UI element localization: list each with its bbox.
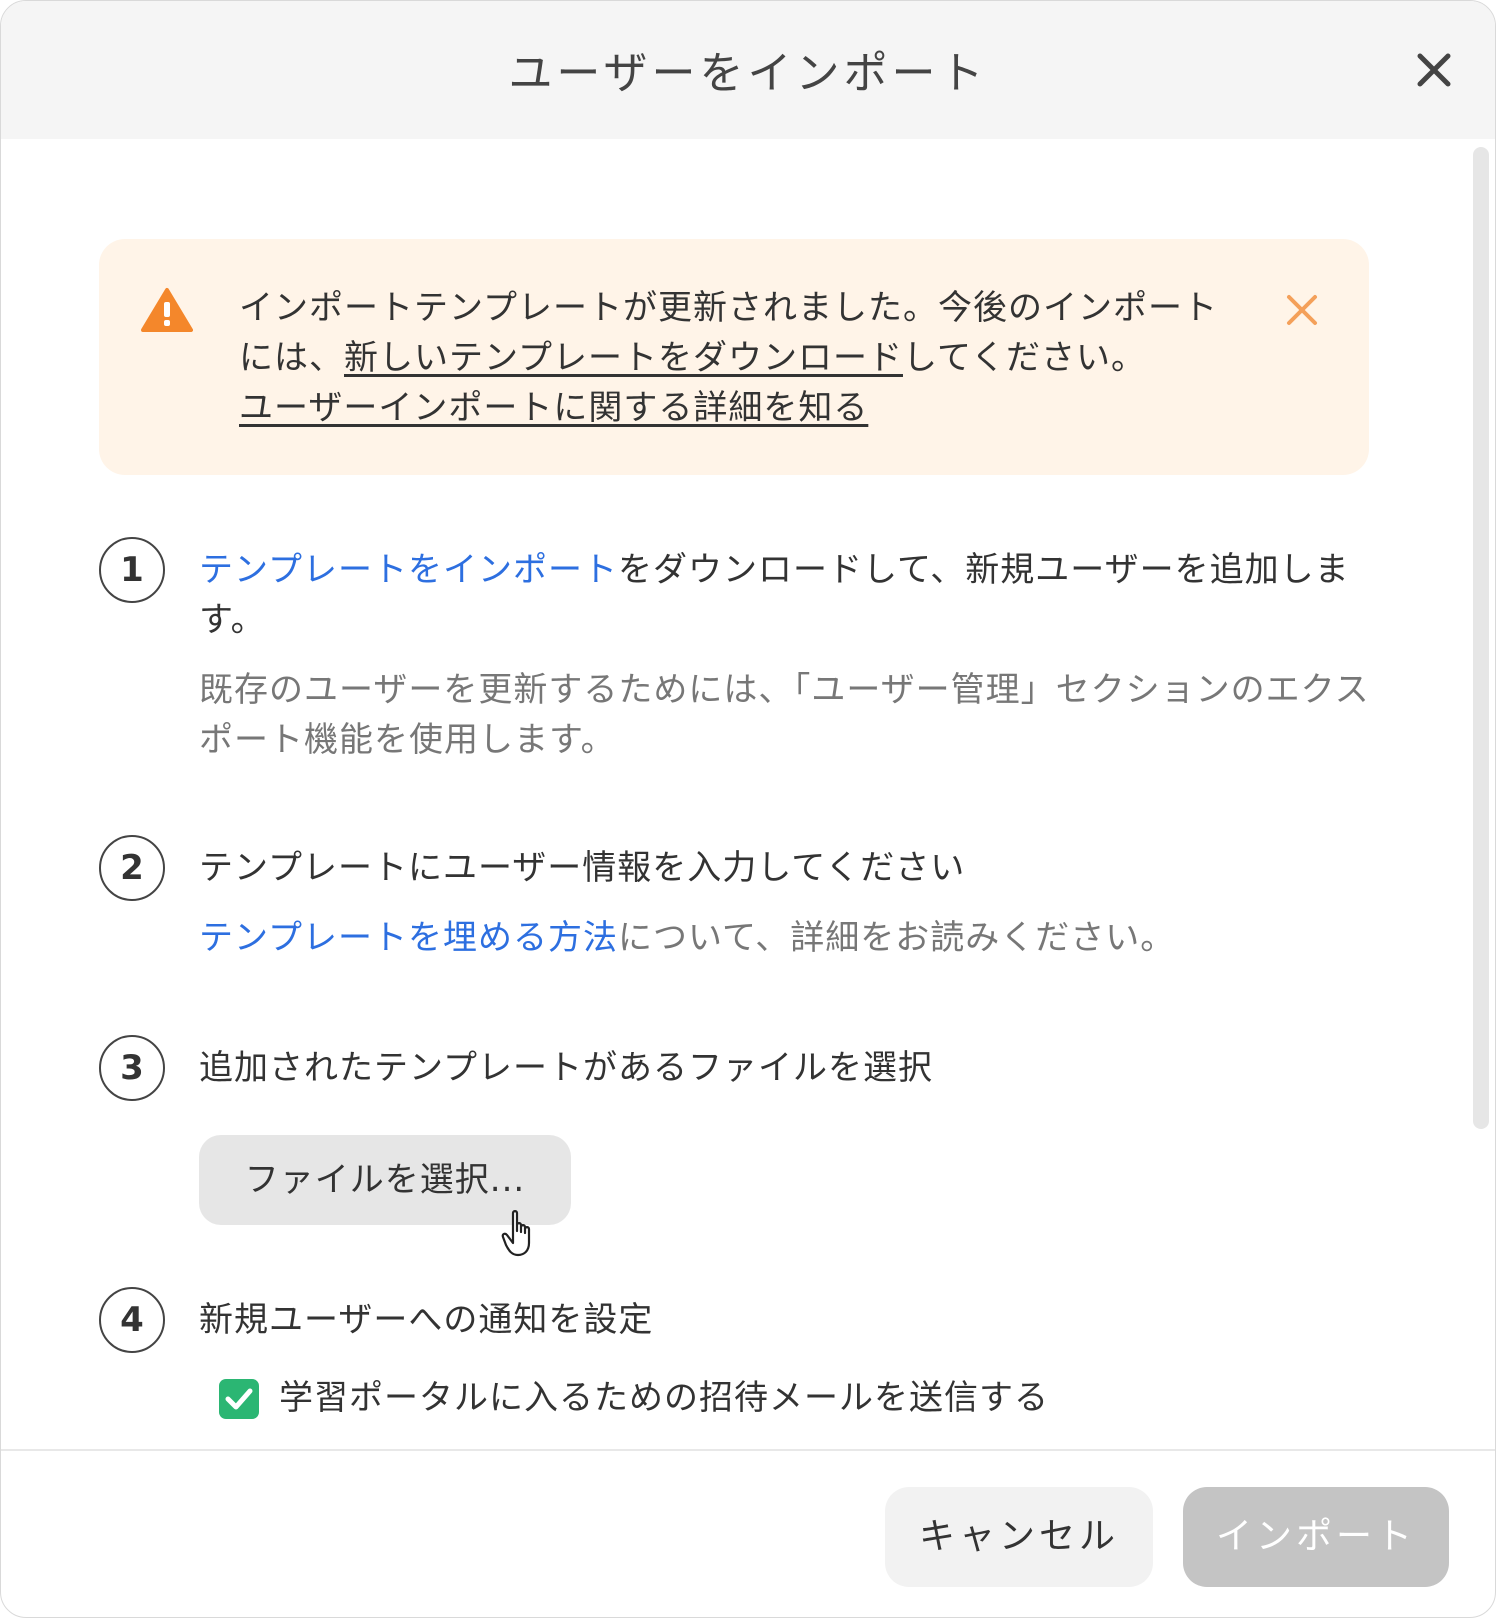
checkmark-icon xyxy=(225,1388,253,1410)
step-2-text: テンプレートにユーザー情報を入力してください xyxy=(199,848,966,888)
step-1-subtext: 既存のユーザーを更新するためには、「ユーザー管理」セクションのエクスポート機能を… xyxy=(199,670,1370,760)
banner-message: インポートテンプレートが更新されました。今後のインポートには、新しいテンプレート… xyxy=(239,283,1239,433)
step-3-text: 追加されたテンプレートがあるファイルを選択 xyxy=(199,1048,933,1088)
step-1-number: 1 xyxy=(99,537,165,603)
dialog-header: ユーザーをインポート xyxy=(1,1,1495,139)
download-new-template-link[interactable]: 新しいテンプレートをダウンロード xyxy=(344,338,903,378)
step-2-subtext: テンプレートを埋める方法について、詳細をお読みください。 xyxy=(199,913,1379,963)
hand-pointer-icon xyxy=(501,1209,541,1259)
banner-close-icon[interactable] xyxy=(1285,293,1319,327)
send-invitation-label[interactable]: 学習ポータルに入るための招待メールを送信する xyxy=(279,1373,1049,1423)
import-button[interactable]: インポート xyxy=(1183,1487,1449,1587)
import-users-dialog: ユーザーをインポート インポートテンプレートが更新されました。今後のインポートに… xyxy=(0,0,1496,1618)
scrollbar[interactable] xyxy=(1473,147,1489,1129)
step-4-text: 新規ユーザーへの通知を設定 xyxy=(199,1300,654,1340)
how-to-fill-template-link[interactable]: テンプレートを埋める方法 xyxy=(199,918,618,958)
footer-divider xyxy=(1,1449,1495,1451)
cancel-button[interactable]: キャンセル xyxy=(885,1487,1153,1587)
step-3-number: 3 xyxy=(99,1035,165,1101)
close-icon[interactable] xyxy=(1411,47,1457,93)
send-invitation-checkbox[interactable] xyxy=(219,1379,259,1419)
learn-more-link[interactable]: ユーザーインポートに関する詳細を知る xyxy=(239,388,868,428)
import-template-link[interactable]: テンプレートをインポート xyxy=(199,550,618,590)
step-1-text: テンプレートをインポートをダウンロードして、新規ユーザーを追加します。 xyxy=(199,545,1379,645)
template-updated-banner: インポートテンプレートが更新されました。今後のインポートには、新しいテンプレート… xyxy=(99,239,1369,475)
step-2-sub-description: について、詳細をお読みください。 xyxy=(617,918,1176,958)
step-2-number: 2 xyxy=(99,835,165,901)
step-4-number: 4 xyxy=(99,1287,165,1353)
warning-icon xyxy=(141,287,193,333)
banner-text-part2: してください。 xyxy=(902,338,1146,378)
dialog-title: ユーザーをインポート xyxy=(508,48,988,99)
